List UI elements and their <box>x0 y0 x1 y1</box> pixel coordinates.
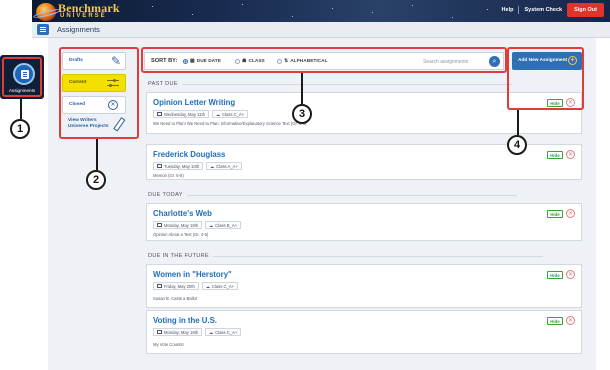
assignment-title[interactable]: Opinion Letter Writing <box>153 98 235 107</box>
section-due-in-the-future: DUE IN THE FUTURE <box>148 253 543 259</box>
assignment-card[interactable]: Voting in the U.S. Monday, May 16th ☁ Cla… <box>146 310 582 354</box>
calendar-icon <box>157 284 162 288</box>
callout-line <box>20 97 22 119</box>
callout-line <box>301 73 303 105</box>
assignment-description: Opinion About a Text (Gr. 4-5) <box>153 232 209 237</box>
cloud-icon: ☁ <box>210 163 215 169</box>
assignment-title[interactable]: Women in "Herstory" <box>153 270 232 279</box>
hamburger-menu-icon[interactable] <box>37 24 49 35</box>
class-chip: ☁ Class C_A+ <box>201 282 239 290</box>
callout-line <box>517 110 519 135</box>
cloud-icon: ☁ <box>205 283 210 289</box>
class-chip: ☁ Class C_A+ <box>205 328 242 336</box>
assignment-title[interactable]: Frederick Douglass <box>153 150 225 159</box>
top-bar: Benchmark UNIVERSE Help System Check Sig… <box>32 0 610 22</box>
calendar-icon <box>157 223 162 227</box>
sidebar-item-assignments[interactable]: Assignments <box>2 57 42 97</box>
section-due-today: DUE TODAY <box>148 192 517 198</box>
calendar-icon <box>157 330 162 334</box>
assignment-title[interactable]: Voting in the U.S. <box>153 316 217 325</box>
hide-button[interactable]: Hide <box>547 210 563 218</box>
delete-icon[interactable]: ✕ <box>566 150 575 159</box>
section-past-due: PAST DUE <box>148 81 512 87</box>
callout-badge-2: 2 <box>86 170 106 190</box>
cloud-icon: ☁ <box>209 329 214 335</box>
assignment-card[interactable]: Charlotte's Web Monday, May 16th ☁ Class … <box>146 203 582 241</box>
benchmark-universe-logo[interactable]: Benchmark UNIVERSE <box>32 1 126 23</box>
cloud-icon: ☁ <box>209 222 214 228</box>
delete-icon[interactable]: ✕ <box>566 270 575 279</box>
page-title: Assignments <box>57 25 100 34</box>
callout-badge-1: 1 <box>10 119 30 139</box>
assignments-icon <box>13 63 35 85</box>
sidebar-item-label: Assignments <box>8 88 36 93</box>
cloud-icon: ☁ <box>215 111 220 117</box>
hide-button[interactable]: Hide <box>547 151 563 159</box>
annotation-outline-left-nav <box>59 47 139 139</box>
sign-out-button[interactable]: Sign Out <box>567 3 604 17</box>
help-link[interactable]: Help <box>502 7 514 13</box>
due-date-chip: Friday, May 20th <box>153 282 199 290</box>
calendar-icon <box>157 112 162 116</box>
due-date-chip: Wednesday, May 11th <box>153 110 209 118</box>
hide-button[interactable]: Hide <box>547 317 563 325</box>
callout-badge-3: 3 <box>292 104 312 124</box>
callout-line <box>96 139 98 170</box>
delete-icon[interactable]: ✕ <box>566 209 575 218</box>
delete-icon[interactable]: ✕ <box>566 316 575 325</box>
assignment-description: My Vote Counts! <box>153 342 184 347</box>
system-check-link[interactable]: System Check <box>524 7 562 13</box>
due-date-chip: Monday, May 16th <box>153 221 203 229</box>
hide-button[interactable]: Hide <box>547 271 563 279</box>
assignment-description: Memoir (Gr. 6-8) <box>153 173 184 178</box>
sub-header: Assignments <box>32 22 610 38</box>
class-chip: ☁ Class A_A+ <box>206 162 242 170</box>
annotation-outline-add-button <box>507 47 584 110</box>
due-date-chip: Monday, May 16th <box>153 328 203 336</box>
annotation-outline-sort-bar <box>141 47 507 73</box>
calendar-icon <box>157 164 162 168</box>
class-chip: ☁ Class B_A+ <box>205 221 242 229</box>
top-right-links: Help System Check Sign Out <box>502 3 604 17</box>
assignment-description: Susan B. Casts a Ballot <box>153 296 197 301</box>
assignment-card[interactable]: Women in "Herstory" Friday, May 20th ☁ Cl… <box>146 264 582 308</box>
callout-badge-4: 4 <box>507 135 527 155</box>
due-date-chip: Tuesday, May 10th <box>153 162 204 170</box>
assignment-title[interactable]: Charlotte's Web <box>153 209 212 218</box>
divider <box>518 6 520 14</box>
class-chip: ☁ Class C_A+ <box>211 110 249 118</box>
